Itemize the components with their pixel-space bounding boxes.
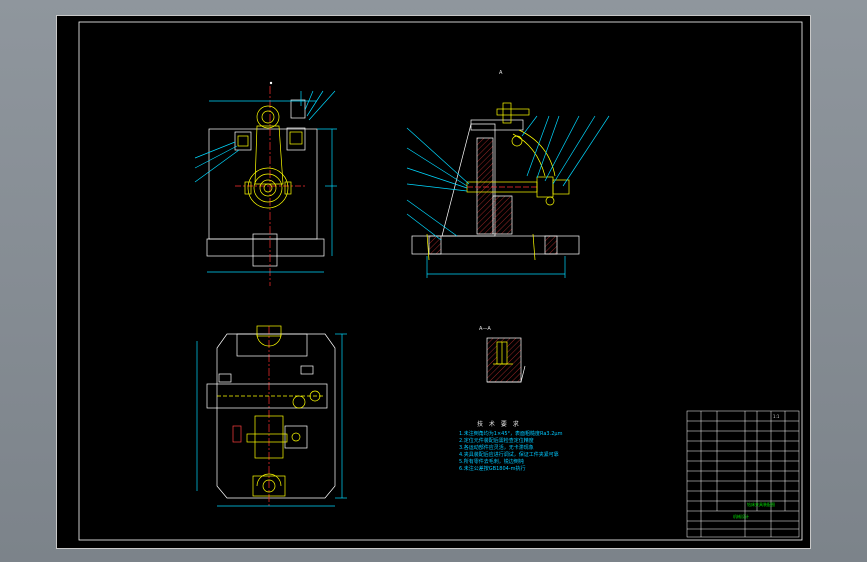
section-label: A—A <box>479 326 491 332</box>
assembly-drawing-canvas <box>78 21 803 541</box>
tech-note-6: 6.未注公差按GB1804-m执行 <box>459 466 526 472</box>
section-detail <box>486 337 526 383</box>
tech-note-3: 3.各运动部件应灵活，无卡滞现象 <box>459 445 534 451</box>
title-block-company: 机械设计 <box>733 514 749 519</box>
top-view <box>196 325 347 507</box>
technical-requirements: 技 术 要 求 1.未注倒角均为1×45°，表面粗糙度Ra3.2μm 2.定位元… <box>459 421 562 473</box>
front-view <box>194 81 337 286</box>
tech-note-1: 1.未注倒角均为1×45°，表面粗糙度Ra3.2μm <box>459 431 563 437</box>
view-marker: A <box>499 70 503 76</box>
side-view <box>406 102 610 278</box>
tech-note-2: 2.定位元件装配后需检查定位精度 <box>459 438 534 444</box>
tech-note-5: 5.所有零件去毛刺，锐边倒钝 <box>459 459 524 465</box>
drawing-frame <box>78 21 803 541</box>
title-block-scale: 1:1 <box>773 414 780 419</box>
tech-note-4: 4.夹具装配后应进行调试，保证工件夹紧可靠 <box>459 452 559 458</box>
cad-drawing-viewport[interactable]: 技 术 要 求 1.未注倒角均为1×45°，表面粗糙度Ra3.2μm 2.定位元… <box>56 15 811 549</box>
tech-requirements-title: 技 术 要 求 <box>477 421 521 428</box>
title-block-drawing-name: 钻床夹具装配图 <box>747 502 775 507</box>
